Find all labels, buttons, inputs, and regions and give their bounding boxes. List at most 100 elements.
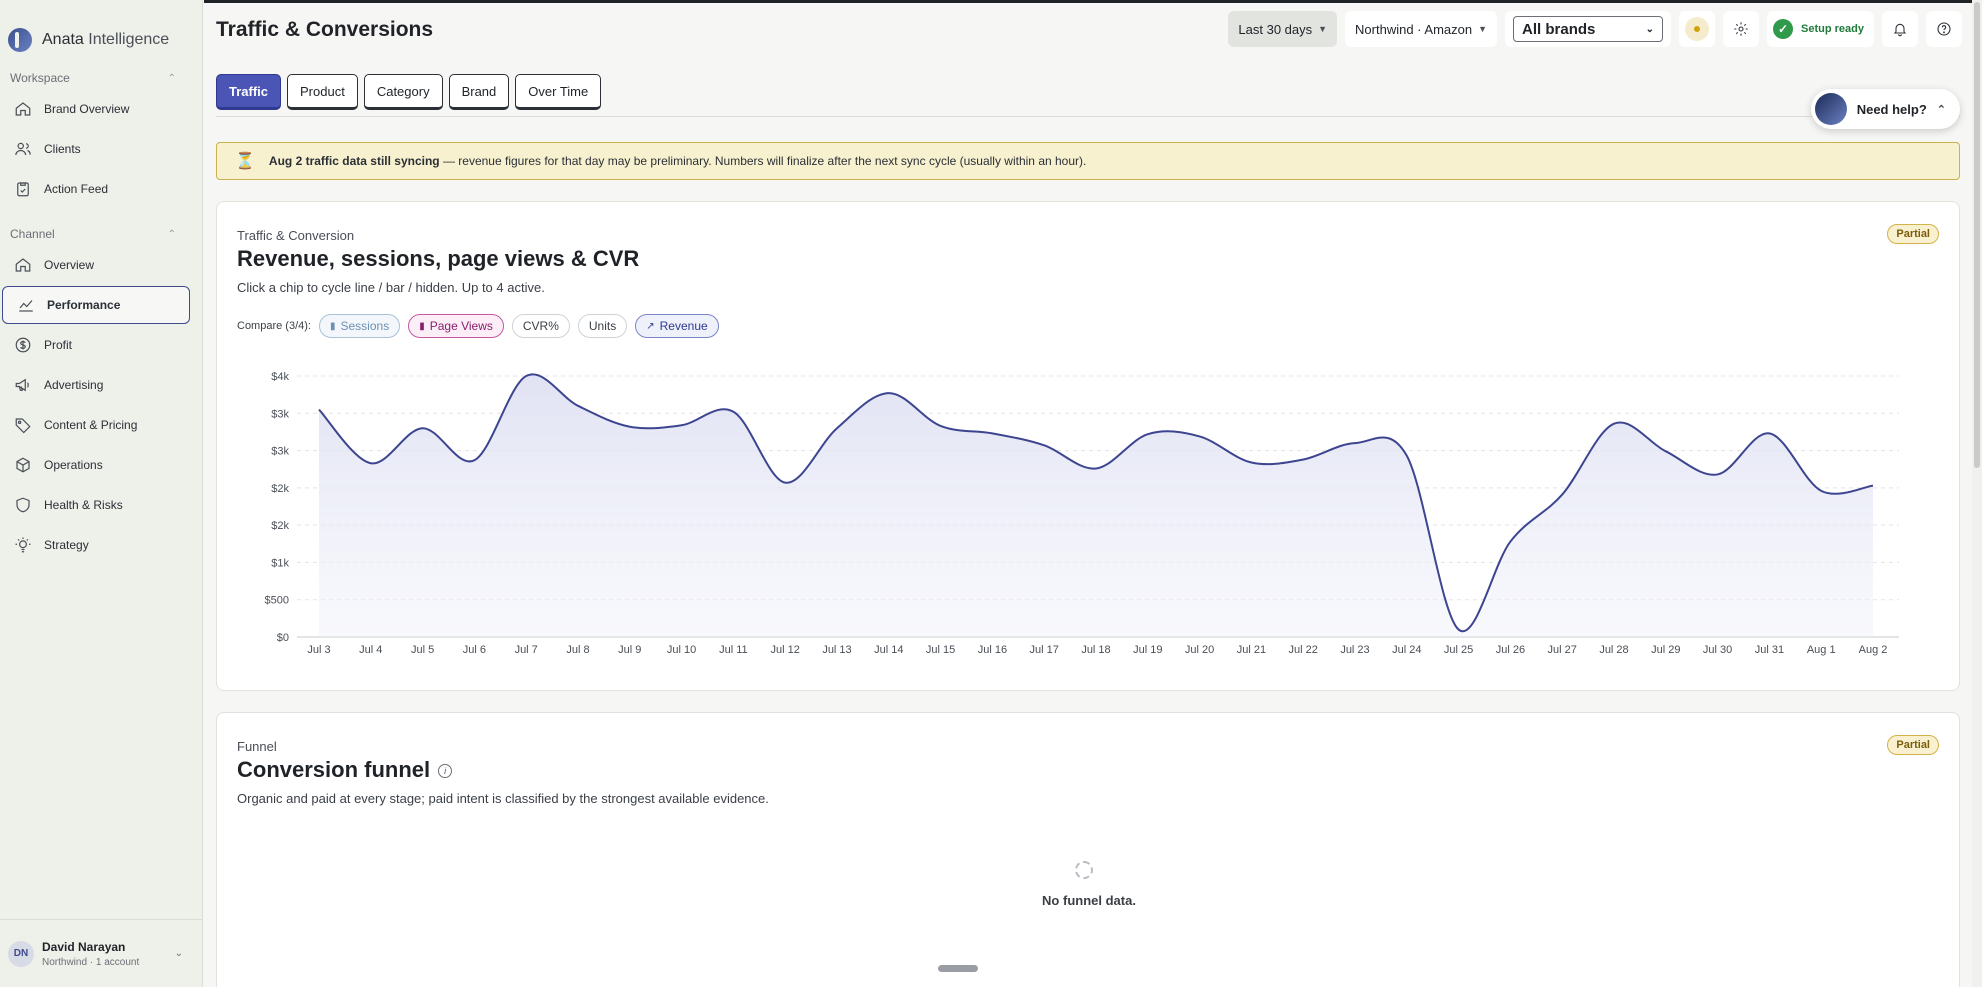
bulb-icon	[15, 537, 31, 553]
chart-line-icon	[19, 300, 33, 312]
tab-over-time[interactable]: Over Time	[515, 74, 602, 110]
tab-product[interactable]: Product	[287, 74, 358, 110]
user-menu[interactable]: DN David Narayan Northwind · 1 account ⌄	[0, 919, 203, 987]
users-icon	[15, 142, 31, 156]
megaphone-icon	[15, 378, 29, 392]
tab-category[interactable]: Category	[363, 74, 443, 110]
assistant-avatar	[1814, 93, 1847, 125]
x-tick-label: Jul 31	[1755, 644, 1784, 656]
data-point[interactable]	[313, 404, 325, 416]
chip-page-views[interactable]: ▮ Page Views	[408, 314, 504, 338]
tab-brand[interactable]: Brand	[448, 74, 510, 110]
data-point[interactable]	[676, 419, 688, 431]
x-tick-label: Jul 17	[1030, 644, 1059, 656]
data-point[interactable]	[727, 406, 739, 418]
bar-glyph-icon: ▮	[419, 320, 425, 332]
data-point[interactable]	[1090, 462, 1102, 474]
vertical-scrollbar[interactable]	[1972, 0, 1982, 987]
data-point[interactable]	[1245, 457, 1257, 469]
data-point[interactable]	[365, 457, 377, 469]
data-point[interactable]	[1867, 480, 1879, 492]
sidebar-item-content-and-pricing[interactable]: Content & Pricing	[0, 406, 202, 444]
data-point[interactable]	[1142, 428, 1154, 440]
x-tick-label: Jul 10	[667, 644, 696, 656]
sidebar-item-brand-overview[interactable]: Brand Overview	[0, 90, 202, 128]
chip-sessions[interactable]: ▮ Sessions	[318, 314, 401, 338]
sidebar-item-performance[interactable]: Performance	[2, 286, 190, 324]
data-point[interactable]	[1608, 418, 1620, 430]
bar-glyph-icon: ▮	[329, 320, 336, 332]
x-tick-label: Jul 23	[1340, 644, 1369, 656]
info-icon[interactable]: i	[438, 764, 453, 779]
sidebar-item-overview[interactable]: Overview	[0, 246, 202, 284]
data-point[interactable]	[1297, 454, 1309, 466]
data-point[interactable]	[520, 370, 532, 382]
data-point[interactable]	[986, 427, 998, 439]
help-button[interactable]	[1926, 11, 1962, 47]
conversion-funnel-card: Funnel Conversion funnel i Organic and pa…	[216, 712, 1960, 987]
data-point[interactable]	[1194, 430, 1206, 442]
brand-select-wrap: All brands ⌄	[1505, 11, 1672, 47]
notifications-button[interactable]	[1882, 11, 1918, 47]
app-brand[interactable]: Anata Intelligence	[0, 0, 202, 56]
card-eyebrow: Traffic & Conversion	[237, 228, 355, 243]
collapse-caret-icon: ⌃	[167, 72, 176, 84]
x-tick-label: Jul 14	[874, 644, 903, 656]
x-tick-label: Jul 9	[618, 644, 641, 656]
setup-status-button[interactable]: ✓ Setup ready	[1767, 11, 1874, 47]
section-label-channel[interactable]: Channel ⌃	[0, 224, 202, 244]
need-help-widget[interactable]: Need help? ⌃	[1810, 89, 1960, 129]
date-range-dropdown[interactable]: Last 30 days ▼	[1228, 11, 1338, 47]
data-point[interactable]	[1815, 485, 1827, 497]
app-logo-icon	[8, 28, 32, 52]
sidebar-item-health-and-risks[interactable]: Health & Risks	[0, 486, 202, 524]
data-point[interactable]	[468, 454, 480, 466]
sidebar: Anata Intelligence Workspace ⌃ Brand Ove…	[0, 0, 203, 987]
data-point[interactable]	[572, 400, 584, 412]
chip-units[interactable]: Units	[577, 314, 628, 338]
data-point[interactable]	[1556, 489, 1568, 501]
data-point[interactable]	[1660, 445, 1672, 457]
y-tick-label: $4k	[271, 371, 289, 383]
data-point[interactable]	[1504, 536, 1516, 548]
user-name: David Narayan	[42, 939, 126, 954]
data-point[interactable]	[1712, 468, 1724, 480]
scrollbar-thumb[interactable]	[1974, 2, 1980, 468]
sidebar-item-label: Performance	[47, 298, 121, 312]
account-dropdown[interactable]: Northwind · Amazon ▼	[1345, 11, 1498, 47]
data-point[interactable]	[1349, 437, 1361, 449]
x-tick-label: Jul 20	[1185, 644, 1214, 656]
section-label-workspace[interactable]: Workspace ⌃	[0, 68, 202, 88]
data-point[interactable]	[1401, 450, 1413, 462]
sidebar-item-strategy[interactable]: Strategy	[0, 526, 202, 564]
sidebar-item-advertising[interactable]: Advertising	[0, 366, 202, 404]
view-tabs: Traffic Product Category Brand Over Time	[216, 74, 602, 110]
data-point[interactable]	[935, 420, 947, 432]
data-point[interactable]	[1038, 439, 1050, 451]
settings-button[interactable]	[1723, 11, 1760, 47]
sync-warning-banner: ⏳ Aug 2 traffic data still syncing — rev…	[216, 142, 1960, 180]
chip-revenue[interactable]: ↗ Revenue	[635, 314, 719, 338]
tab-traffic[interactable]: Traffic	[216, 74, 282, 110]
box-icon	[16, 457, 30, 473]
data-point[interactable]	[1763, 427, 1775, 439]
sidebar-item-operations[interactable]: Operations	[0, 446, 202, 484]
data-point[interactable]	[779, 477, 791, 489]
sidebar-item-clients[interactable]: Clients	[0, 130, 202, 168]
data-point[interactable]	[624, 421, 636, 433]
data-point[interactable]	[883, 387, 895, 399]
y-tick-label: $0	[277, 632, 289, 644]
card-title: Conversion funnel i	[237, 757, 453, 783]
sidebar-item-action-feed[interactable]: Action Feed	[0, 170, 202, 208]
brand-select[interactable]: All brands ⌄	[1513, 16, 1664, 42]
data-point[interactable]	[1453, 624, 1465, 636]
status-dot-button[interactable]	[1679, 11, 1716, 47]
horizontal-scroll-handle[interactable]	[938, 965, 978, 972]
sidebar-item-profit[interactable]: Profit	[0, 326, 202, 364]
x-tick-label: Jul 28	[1599, 644, 1628, 656]
data-point[interactable]	[831, 422, 843, 434]
data-point[interactable]	[417, 422, 429, 434]
chip-cvr[interactable]: CVR%	[511, 314, 570, 338]
card-eyebrow: Funnel	[237, 739, 277, 754]
sidebar-item-label: Action Feed	[44, 182, 109, 196]
